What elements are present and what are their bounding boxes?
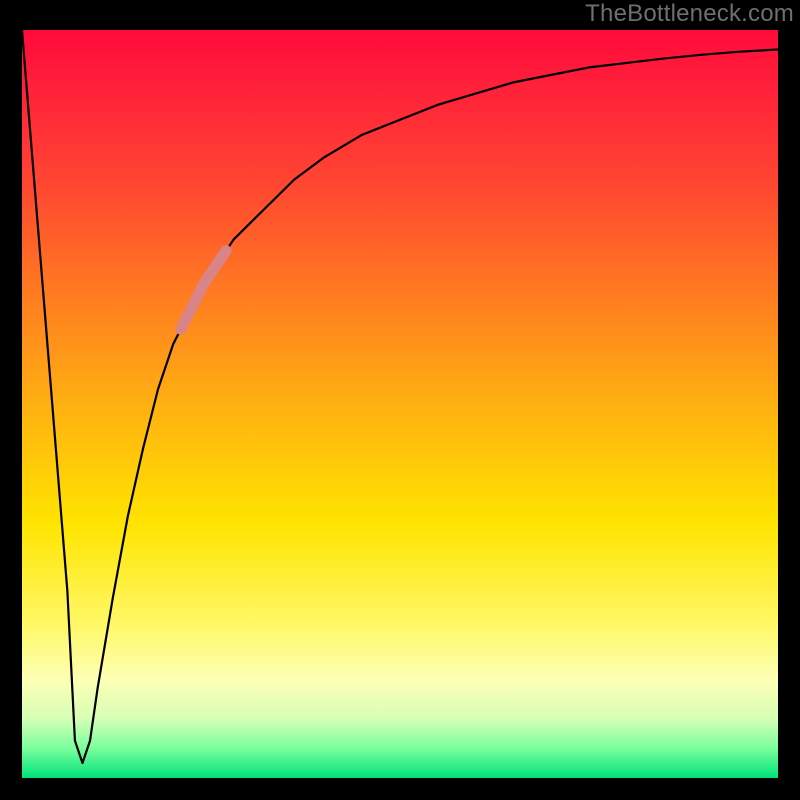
highlight-marker: [181, 251, 226, 330]
curve-svg: [22, 30, 778, 778]
chart-frame: TheBottleneck.com: [0, 0, 800, 800]
watermark-text: TheBottleneck.com: [585, 0, 794, 28]
plot-area: [22, 30, 778, 778]
bottleneck-curve: [22, 30, 778, 763]
